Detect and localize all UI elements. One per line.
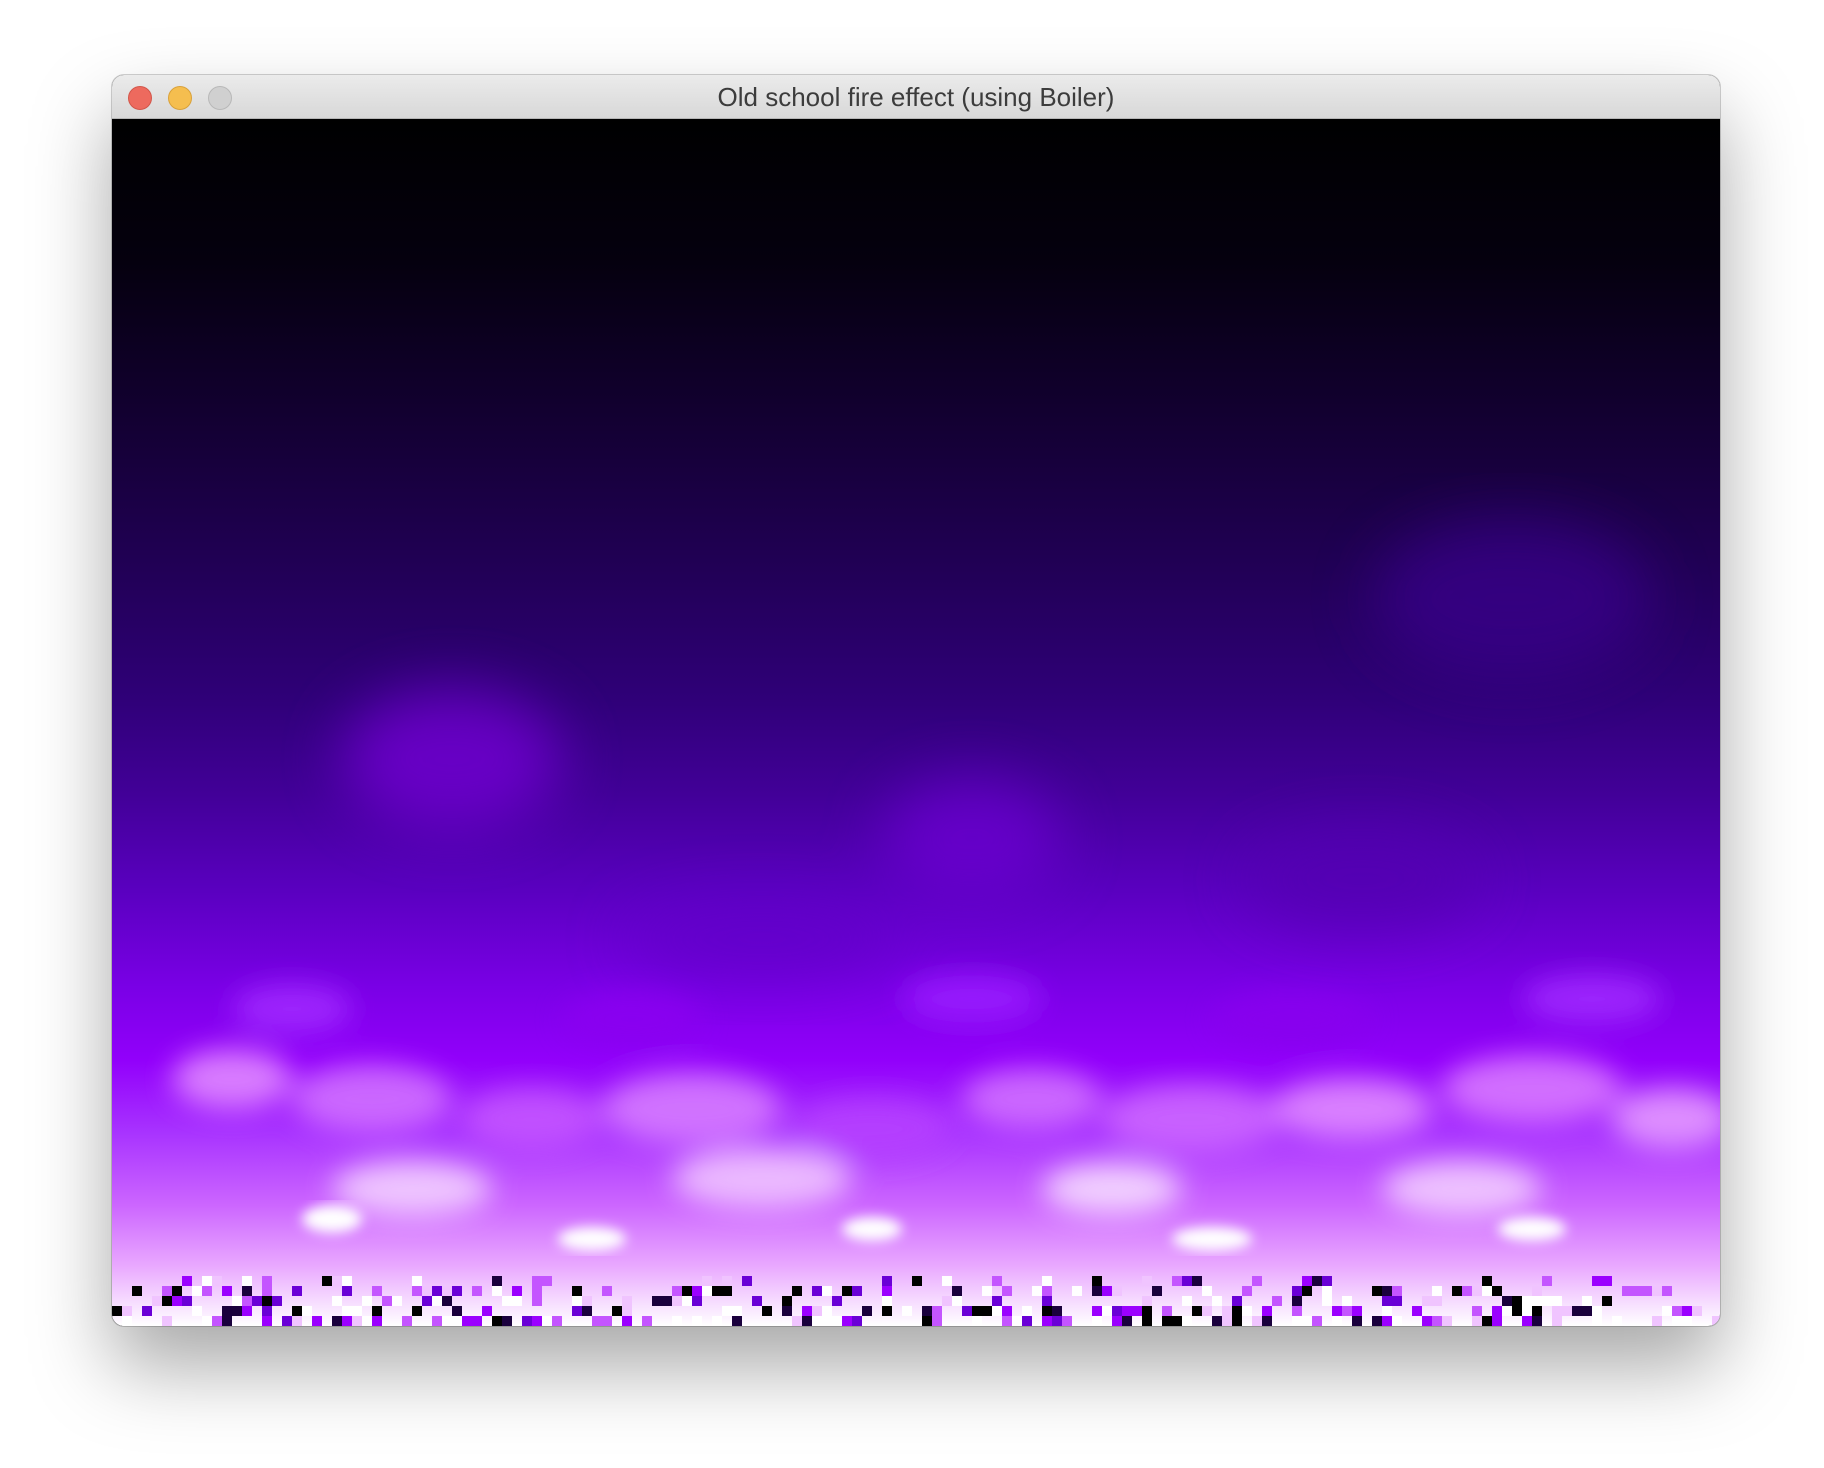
title-bar[interactable]: Old school fire effect (using Boiler)	[112, 75, 1720, 119]
app-window: Old school fire effect (using Boiler)	[112, 75, 1720, 1326]
fire-effect-image	[112, 119, 1720, 1326]
fire-canvas	[112, 119, 1720, 1326]
window-title: Old school fire effect (using Boiler)	[717, 82, 1115, 112]
